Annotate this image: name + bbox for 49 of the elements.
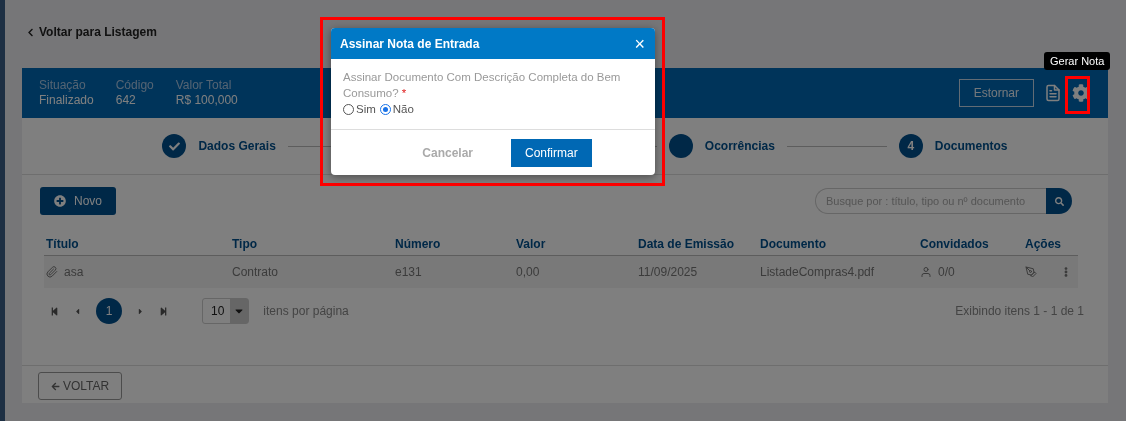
page-size-label: itens por página bbox=[263, 304, 349, 318]
step-label[interactable]: Ocorrências bbox=[704, 139, 775, 153]
document-icon[interactable] bbox=[1044, 84, 1062, 102]
close-button[interactable]: × bbox=[634, 34, 645, 53]
table-cell: e131 bbox=[395, 265, 422, 279]
page-button[interactable]: 1 bbox=[96, 298, 122, 324]
pen-icon[interactable] bbox=[1025, 266, 1037, 278]
table-cell: asa bbox=[64, 265, 84, 279]
summary-label: Valor Total bbox=[175, 78, 233, 93]
summary-label: Código bbox=[115, 78, 154, 93]
last-page-icon[interactable] bbox=[159, 306, 168, 316]
back-link[interactable]: Voltar para Listagem bbox=[26, 25, 157, 39]
reverse-button[interactable]: Estornar bbox=[958, 79, 1034, 107]
arrow-left-icon bbox=[51, 381, 60, 391]
back-button[interactable]: VOLTAR bbox=[38, 372, 123, 400]
page-size-select[interactable]: 10 bbox=[202, 298, 250, 324]
summary-value: Finalizado bbox=[39, 93, 94, 108]
new-button[interactable]: Novo bbox=[40, 187, 116, 215]
table-cell: Contrato bbox=[232, 265, 279, 279]
summary-value: R$ 100,000 bbox=[175, 93, 238, 108]
plus-icon bbox=[54, 195, 66, 207]
items-summary: Exibindo itens 1 - 1 de 1 bbox=[955, 304, 1085, 318]
caret-icon[interactable] bbox=[230, 299, 249, 323]
settings-icon[interactable] bbox=[1072, 84, 1090, 102]
confirm-button[interactable]: Confirmar bbox=[511, 138, 592, 167]
previous-page-icon[interactable] bbox=[73, 306, 82, 316]
first-page-icon[interactable] bbox=[50, 306, 59, 316]
user-icon bbox=[920, 266, 932, 278]
tooltip: Gerar Nota bbox=[1044, 52, 1111, 70]
step-label[interactable]: Documentos bbox=[934, 139, 1008, 153]
dialog-title: Assinar Nota de Entrada bbox=[340, 36, 480, 51]
radio-label[interactable]: Não bbox=[392, 101, 414, 117]
table-cell: ListadeCompras4.pdf bbox=[760, 265, 875, 279]
step-label[interactable]: Dados Gerais bbox=[198, 139, 276, 153]
search-icon bbox=[1054, 196, 1064, 206]
step-circle: 4 bbox=[898, 134, 923, 158]
question-text: Assinar Documento Com Descrição Completa do Bem Consumo? * bbox=[343, 70, 622, 101]
summary-label: Situação bbox=[39, 78, 87, 93]
radio-label[interactable]: Sim bbox=[356, 101, 376, 117]
chevron-left-icon bbox=[26, 27, 35, 37]
next-page-icon[interactable] bbox=[136, 306, 145, 316]
table-cell: 11/09/2025 bbox=[638, 265, 698, 279]
paperclip-icon bbox=[46, 266, 58, 278]
cancel-button[interactable]: Cancelar bbox=[408, 138, 487, 167]
highlight-frame bbox=[1065, 76, 1090, 114]
search-button[interactable] bbox=[1046, 188, 1072, 214]
summary-value: 642 bbox=[115, 93, 137, 108]
table-cell: 0,00 bbox=[516, 265, 540, 279]
table-cell: 0/0 bbox=[938, 265, 955, 279]
